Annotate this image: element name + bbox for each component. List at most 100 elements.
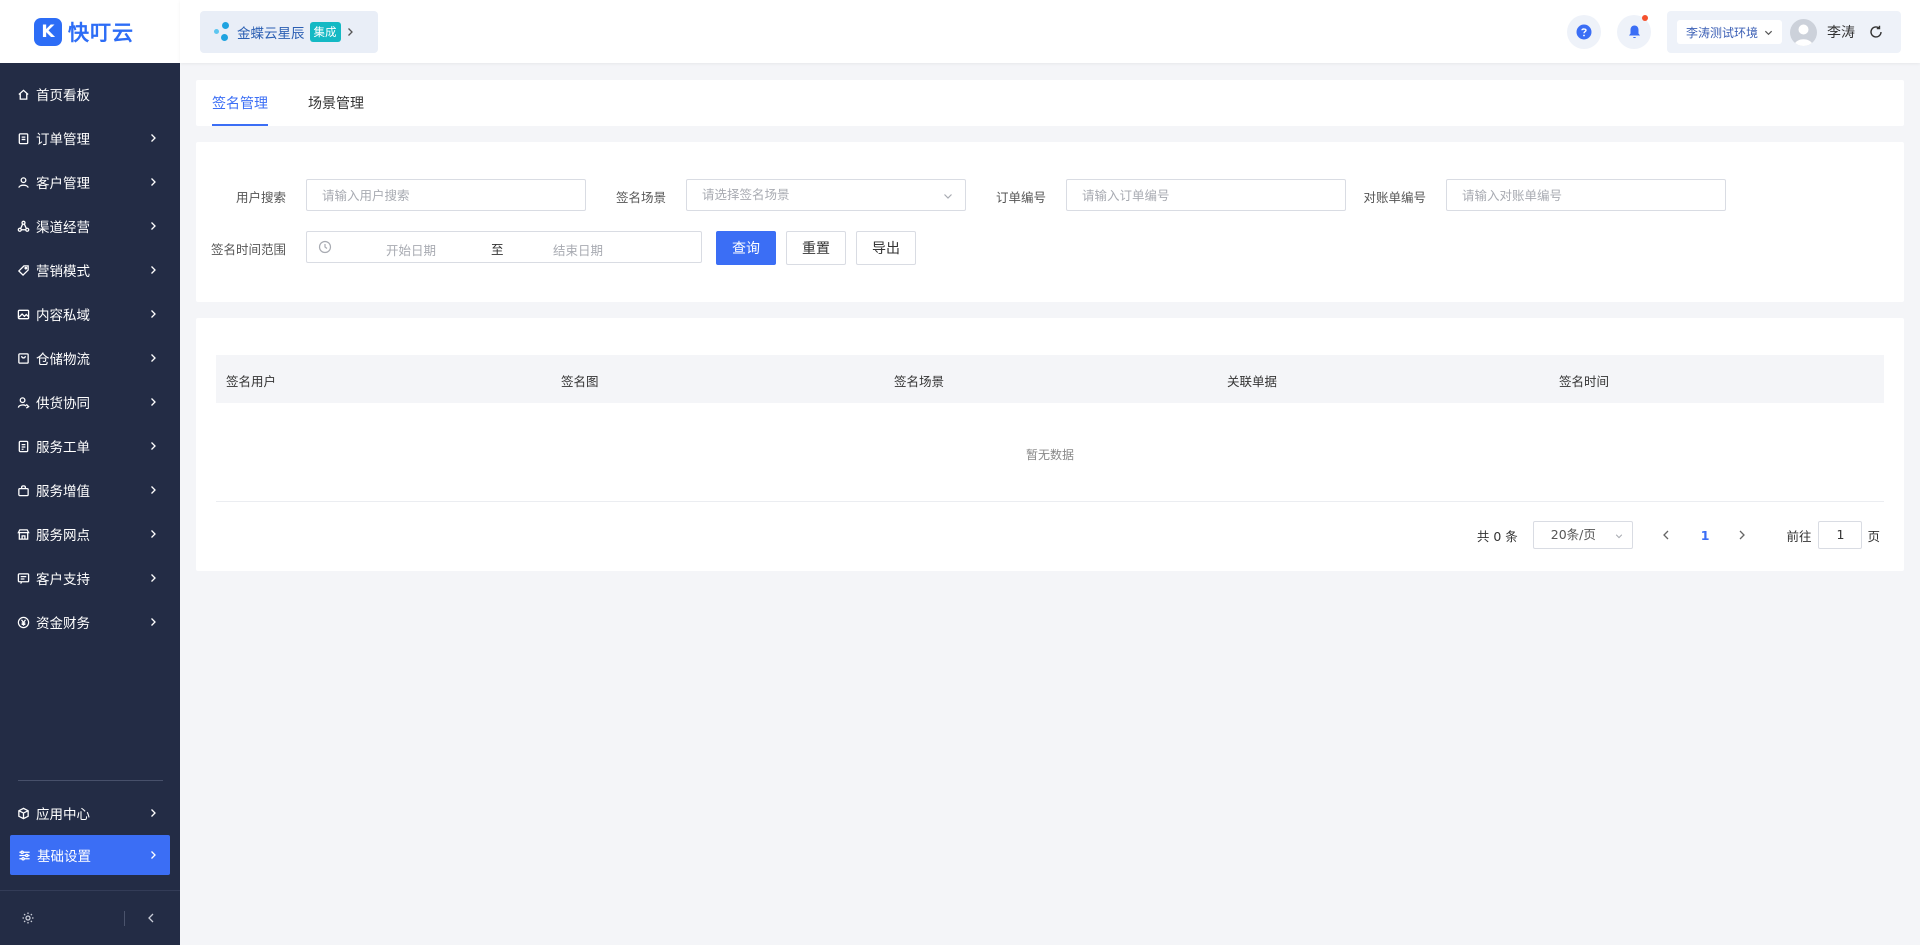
sidebar-item-value-added[interactable]: 服务增值 (0, 468, 180, 512)
user-search-label: 用户搜索 (235, 190, 286, 205)
user-avatar-icon (1794, 24, 1814, 46)
start-date-placeholder[interactable]: 开始日期 (386, 240, 436, 259)
chevron-right-icon (151, 354, 156, 362)
refresh-icon[interactable] (1869, 25, 1883, 39)
end-date-placeholder[interactable]: 结束日期 (553, 240, 603, 259)
query-button[interactable]: 查询 (716, 231, 776, 265)
tabs-card: 签名管理 场景管理 (196, 80, 1904, 126)
settings-icon[interactable] (21, 911, 35, 925)
sidebar-item-warehouse[interactable]: 仓储物流 (0, 336, 180, 380)
page-size-select[interactable]: 20条/页 (1532, 521, 1633, 549)
sidebar-item-label: 仓储物流 (36, 352, 90, 368)
statement-no-input[interactable] (1446, 179, 1726, 211)
user-icon (16, 175, 30, 189)
order-no-input[interactable] (1066, 179, 1346, 211)
page-suffix: 页 (1867, 528, 1880, 544)
integration-brand-chip[interactable]: 金蝶云星辰 集成 (200, 11, 378, 53)
time-range-label: 签名时间范围 (210, 242, 286, 257)
sidebar-item-label: 订单管理 (36, 132, 90, 148)
environment-select[interactable]: 李涛测试环境 (1677, 20, 1783, 44)
chevron-right-icon (151, 486, 156, 494)
sidebar-item-outlets[interactable]: 服务网点 (0, 512, 180, 556)
integration-badge: 集成 (309, 22, 341, 42)
sidebar-item-supply[interactable]: 供货协同 (0, 380, 180, 424)
chevron-right-icon (151, 310, 156, 318)
sidebar-item-basic-settings[interactable]: 基础设置 (10, 835, 170, 875)
chevron-right-icon (151, 266, 156, 274)
order-no-label: 订单编号 (995, 190, 1046, 205)
date-range-picker[interactable]: 开始日期 至 结束日期 (306, 231, 702, 263)
collapse-sidebar-icon[interactable] (145, 912, 157, 924)
column-header-sign-user: 签名用户 (226, 374, 277, 389)
bell-icon (1628, 25, 1640, 39)
sidebar-item-label: 服务工单 (36, 440, 90, 456)
yuan-icon (16, 615, 30, 629)
column-header-sign-time: 签名时间 (1559, 374, 1610, 389)
notifications-button[interactable] (1617, 15, 1651, 49)
goto-page-input[interactable]: 1 (1818, 521, 1863, 549)
chevron-right-icon (151, 222, 156, 230)
footer-separator (124, 911, 125, 926)
sidebar-item-label: 服务网点 (36, 528, 90, 544)
help-button[interactable] (1567, 15, 1601, 49)
sidebar-item-dashboard[interactable]: 首页看板 (0, 72, 180, 116)
table-bottom-border (216, 501, 1884, 502)
sidebar-item-support[interactable]: 客户支持 (0, 556, 180, 600)
sidebar-item-orders[interactable]: 订单管理 (0, 116, 180, 160)
chevron-right-icon (151, 809, 156, 817)
notification-dot (1642, 15, 1648, 21)
logo[interactable]: K 快叮云 (0, 0, 180, 63)
sidebar-item-label: 资金财务 (36, 616, 90, 632)
chevron-down-icon (1764, 30, 1773, 35)
column-header-sign-scene: 签名场景 (894, 374, 945, 389)
sidebar-item-label: 营销模式 (36, 264, 90, 280)
clipboard-icon (16, 131, 30, 145)
chevron-right-icon (151, 574, 156, 582)
column-header-sign-image: 签名图 (561, 374, 599, 389)
sidebar-item-label: 内容私域 (36, 308, 90, 324)
results-table-card: 签名用户 签名图 签名场景 关联单据 签名时间 暂无数据 共 0 条 20条/页… (196, 318, 1904, 571)
sidebar-item-app-center[interactable]: 应用中心 (0, 791, 180, 835)
kingdee-logo-icon (214, 22, 232, 42)
sidebar-item-label: 应用中心 (36, 807, 90, 823)
reset-button[interactable]: 重置 (786, 231, 846, 265)
next-page-icon[interactable] (1736, 529, 1748, 541)
sidebar-item-label: 基础设置 (37, 849, 91, 865)
export-button[interactable]: 导出 (856, 231, 916, 265)
sidebar-item-label: 客户支持 (36, 572, 90, 588)
avatar[interactable] (1790, 18, 1818, 46)
filter-panel: 用户搜索 签名场景 请选择签名场景 订单编号 对账单编号 签名时间范围 开始日期… (196, 142, 1904, 302)
chevron-right-icon (347, 28, 353, 36)
tab-signature-management[interactable]: 签名管理 (212, 93, 268, 126)
empty-state-text: 暂无数据 (1025, 448, 1074, 462)
sidebar-nav: 首页看板 订单管理 客户管理 渠道经营 营销模式 内容私域 仓储物流 供货协同 … (0, 63, 180, 644)
tab-scene-management[interactable]: 场景管理 (308, 93, 364, 126)
sidebar: K 快叮云 首页看板 订单管理 客户管理 渠道经营 营销模式 内容私域 仓储物流… (0, 0, 180, 945)
bag-icon (16, 483, 30, 497)
store-icon (16, 527, 30, 541)
sidebar-footer (0, 890, 180, 945)
chevron-right-icon (151, 442, 156, 450)
chevron-down-icon (944, 194, 952, 199)
prev-page-icon[interactable] (1660, 529, 1672, 541)
column-header-related-doc: 关联单据 (1227, 374, 1278, 389)
logo-text: 快叮云 (68, 20, 134, 45)
sidebar-item-marketing[interactable]: 营销模式 (0, 248, 180, 292)
user-name[interactable]: 李涛 (1827, 22, 1855, 42)
sidebar-item-label: 客户管理 (36, 176, 90, 192)
sidebar-item-service-tickets[interactable]: 服务工单 (0, 424, 180, 468)
chevron-right-icon (151, 851, 156, 859)
current-page[interactable]: 1 (1701, 528, 1710, 543)
question-icon (1576, 24, 1592, 40)
sign-scene-select[interactable]: 请选择签名场景 (686, 179, 966, 211)
chevron-down-icon (1615, 534, 1622, 539)
sidebar-item-finance[interactable]: 资金财务 (0, 600, 180, 644)
sidebar-item-channels[interactable]: 渠道经营 (0, 204, 180, 248)
goto-label: 前往 (1786, 528, 1812, 544)
sidebar-bottom-nav: 应用中心 基础设置 (0, 791, 180, 875)
chevron-right-icon (151, 398, 156, 406)
sidebar-item-content[interactable]: 内容私域 (0, 292, 180, 336)
sidebar-item-customers[interactable]: 客户管理 (0, 160, 180, 204)
user-search-input[interactable] (306, 179, 586, 211)
brand-name: 金蝶云星辰 (237, 26, 305, 42)
